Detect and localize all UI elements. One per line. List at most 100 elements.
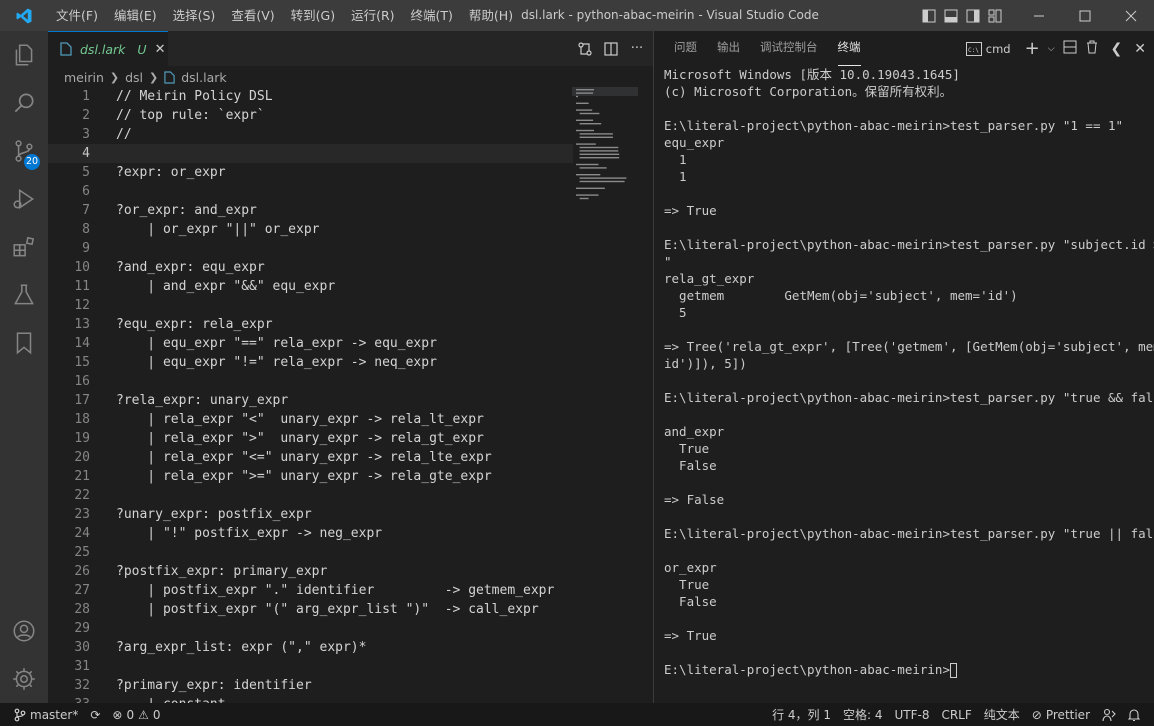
- code-line[interactable]: 27 | postfix_expr "." identifier -> getm…: [48, 581, 573, 600]
- menu-go[interactable]: 转到(G): [283, 0, 343, 31]
- code-line[interactable]: 20 | rela_expr "<=" unary_expr -> rela_l…: [48, 448, 573, 467]
- code-line[interactable]: 1 // Meirin Policy DSL: [48, 87, 573, 106]
- toggle-panel-icon[interactable]: [940, 0, 962, 31]
- breadcrumb-item[interactable]: dsl: [125, 70, 143, 85]
- bookmark-icon[interactable]: [0, 319, 48, 367]
- notifications-bell-icon[interactable]: [1122, 703, 1146, 726]
- menu-terminal[interactable]: 终端(T): [403, 0, 461, 31]
- code-line[interactable]: 32 ?primary_expr: identifier: [48, 676, 573, 695]
- tab-output[interactable]: 输出: [717, 31, 740, 66]
- language-mode[interactable]: 纯文本: [978, 703, 1026, 726]
- code-line[interactable]: 15 | equ_expr "!=" rela_expr -> neq_expr: [48, 353, 573, 372]
- code-line[interactable]: 25: [48, 543, 573, 562]
- code-line[interactable]: 19 | rela_expr ">" unary_expr -> rela_gt…: [48, 429, 573, 448]
- minimap-line: [579, 112, 600, 115]
- cursor-position[interactable]: 行 4，列 1: [766, 703, 837, 726]
- indentation[interactable]: 空格: 4: [837, 703, 889, 726]
- feedback-icon[interactable]: [1096, 703, 1122, 726]
- sync-icon[interactable]: ⟳: [84, 703, 106, 726]
- line-number: 21: [74, 469, 90, 484]
- customize-layout-icon[interactable]: [984, 0, 1006, 31]
- line-number: 23: [74, 507, 90, 522]
- code-line[interactable]: 11 | and_expr "&&" equ_expr: [48, 277, 573, 296]
- open-changes-icon[interactable]: [577, 41, 593, 57]
- minimap-line: [576, 143, 596, 145]
- search-icon[interactable]: [0, 79, 48, 127]
- testing-icon[interactable]: [0, 271, 48, 319]
- code-line[interactable]: 26 ?postfix_expr: primary_expr: [48, 562, 573, 581]
- toggle-secondary-sidebar-icon[interactable]: [962, 0, 984, 31]
- code-line[interactable]: 5 ?expr: or_expr: [48, 163, 573, 182]
- minimize-button[interactable]: [1016, 0, 1062, 31]
- toggle-sidebar-icon[interactable]: [918, 0, 940, 31]
- settings-gear-icon[interactable]: [0, 655, 48, 703]
- terminal-prompt-line[interactable]: E:\literal-project\python-abac-meirin>: [664, 661, 1149, 678]
- menu-file[interactable]: 文件(F): [48, 0, 106, 31]
- new-terminal-icon[interactable]: +: [1025, 38, 1040, 59]
- run-debug-icon[interactable]: [0, 175, 48, 223]
- minimap[interactable]: [572, 87, 638, 207]
- terminal-output[interactable]: Microsoft Windows [版本 10.0.19043.1645] (c…: [664, 66, 1154, 678]
- line-ending[interactable]: CRLF: [935, 703, 977, 726]
- accounts-icon[interactable]: [0, 607, 48, 655]
- code-line[interactable]: 17 ?rela_expr: unary_expr: [48, 391, 573, 410]
- breadcrumb-item[interactable]: meirin: [64, 70, 104, 85]
- line-number: 29: [74, 621, 90, 636]
- tab-problems[interactable]: 问题: [674, 31, 697, 66]
- code-area[interactable]: 1 // Meirin Policy DSL 2 // top rule: `expr…: [48, 87, 573, 703]
- terminal-line: Microsoft Windows [版本 10.0.19043.1645]: [664, 67, 960, 82]
- extensions-icon[interactable]: [0, 223, 48, 271]
- close-panel-icon[interactable]: ✕: [1134, 41, 1146, 57]
- explorer-icon[interactable]: [0, 31, 48, 79]
- code-line[interactable]: 28 | postfix_expr "(" arg_expr_list ")" …: [48, 600, 573, 619]
- split-editor-icon[interactable]: [603, 41, 619, 57]
- problems-indicator[interactable]: ⊗ 0 ⚠ 0: [106, 703, 166, 726]
- code-line[interactable]: 23 ?unary_expr: postfix_expr: [48, 505, 573, 524]
- code-line[interactable]: 2 // top rule: `expr`: [48, 106, 573, 125]
- code-line[interactable]: 24 | "!" postfix_expr -> neg_expr: [48, 524, 573, 543]
- minimap-line: [576, 129, 594, 132]
- warning-icon: ⚠: [138, 707, 149, 722]
- breadcrumb-item[interactable]: dsl.lark: [181, 70, 226, 85]
- code-line[interactable]: 8 | or_expr "||" or_expr: [48, 220, 573, 239]
- menu-view[interactable]: 查看(V): [223, 0, 282, 31]
- code-line[interactable]: 7 ?or_expr: and_expr: [48, 201, 573, 220]
- code-line[interactable]: 22: [48, 486, 573, 505]
- close-icon[interactable]: ✕: [155, 42, 166, 57]
- trash-icon[interactable]: [1085, 40, 1099, 58]
- code-line[interactable]: 31: [48, 657, 573, 676]
- terminal-selector[interactable]: C:\ cmd: [965, 41, 1011, 56]
- menu-run[interactable]: 运行(R): [343, 0, 402, 31]
- tab-debug-console[interactable]: 调试控制台: [760, 31, 818, 66]
- source-control-icon[interactable]: 20: [0, 127, 48, 175]
- code-line[interactable]: 18 | rela_expr "<" unary_expr -> rela_lt…: [48, 410, 573, 429]
- chevron-left-icon[interactable]: ❮: [1111, 41, 1123, 57]
- close-window-button[interactable]: [1108, 0, 1154, 31]
- code-line[interactable]: 10 ?and_expr: equ_expr: [48, 258, 573, 277]
- code-line[interactable]: 33 | constant: [48, 695, 573, 703]
- branch-indicator[interactable]: master*: [8, 703, 84, 726]
- editor-scrollbar[interactable]: [638, 87, 653, 703]
- code-line[interactable]: 16: [48, 372, 573, 391]
- tab-terminal[interactable]: 终端: [837, 31, 861, 66]
- editor-tab-dsl-lark[interactable]: dsl.lark U ✕: [48, 31, 168, 66]
- code-line[interactable]: 13 ?equ_expr: rela_expr: [48, 315, 573, 334]
- code-line[interactable]: 21 | rela_expr ">=" unary_expr -> rela_g…: [48, 467, 573, 486]
- maximize-button[interactable]: [1062, 0, 1108, 31]
- chevron-down-icon[interactable]: ⌵: [1048, 44, 1055, 54]
- more-actions-icon[interactable]: ···: [629, 41, 645, 57]
- terminal-line: id')]), 5]): [664, 356, 747, 371]
- prettier-status[interactable]: ⊘ Prettier: [1026, 703, 1096, 726]
- code-line[interactable]: 9: [48, 239, 573, 258]
- code-line[interactable]: 12: [48, 296, 573, 315]
- menu-selection[interactable]: 选择(S): [165, 0, 224, 31]
- menu-edit[interactable]: 编辑(E): [106, 0, 165, 31]
- code-line[interactable]: 3 //: [48, 125, 573, 144]
- code-line[interactable]: 6: [48, 182, 573, 201]
- code-line[interactable]: 30 ?arg_expr_list: expr ("," expr)*: [48, 638, 573, 657]
- code-line[interactable]: 29: [48, 619, 573, 638]
- split-terminal-icon[interactable]: [1063, 40, 1077, 58]
- code-line[interactable]: 14 | equ_expr "==" rela_expr -> equ_expr: [48, 334, 573, 353]
- encoding[interactable]: UTF-8: [888, 703, 935, 726]
- code-line[interactable]: 4: [48, 144, 573, 163]
